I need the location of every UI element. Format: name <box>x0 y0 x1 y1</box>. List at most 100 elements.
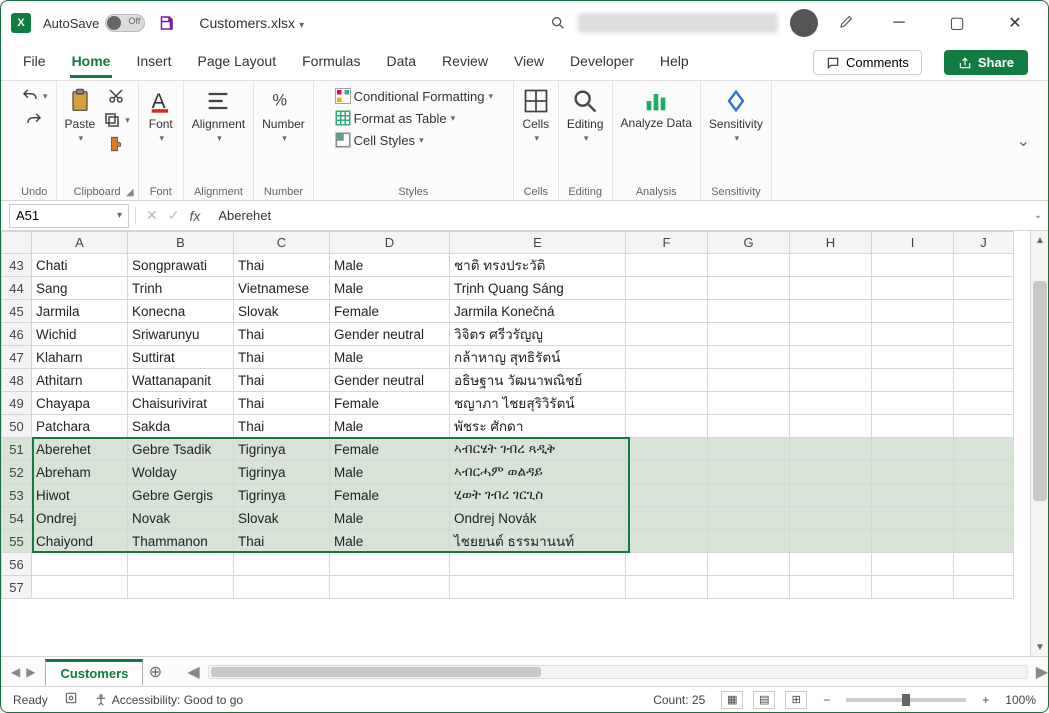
cell[interactable]: Trịnh Quang Sáng <box>450 277 626 300</box>
cell[interactable]: Female <box>330 438 450 461</box>
cell[interactable] <box>626 438 708 461</box>
cell[interactable]: Gebre Tsadik <box>128 438 234 461</box>
cell[interactable] <box>708 530 790 553</box>
cell[interactable] <box>626 415 708 438</box>
row-header[interactable]: 51 <box>2 438 32 461</box>
avatar[interactable] <box>790 9 818 37</box>
cell[interactable] <box>954 484 1014 507</box>
share-button[interactable]: Share <box>944 50 1028 75</box>
cell[interactable]: Gebre Gergis <box>128 484 234 507</box>
editing-dropdown[interactable]: Editing▾ <box>567 87 604 144</box>
cell[interactable]: Vietnamese <box>234 277 330 300</box>
cell[interactable] <box>872 392 954 415</box>
cell[interactable]: Male <box>330 254 450 277</box>
clipboard-dialog-launcher[interactable]: ◢ <box>126 187 134 198</box>
column-header[interactable]: G <box>708 232 790 254</box>
cell[interactable] <box>954 346 1014 369</box>
table-row[interactable]: 50PatcharaSakdaThaiMaleพัชระ ศักดา <box>2 415 1014 438</box>
cell[interactable]: Male <box>330 461 450 484</box>
cell[interactable]: Jarmila Konečná <box>450 300 626 323</box>
cell[interactable]: Thammanon <box>128 530 234 553</box>
row-header[interactable]: 55 <box>2 530 32 553</box>
cell[interactable] <box>790 323 872 346</box>
row-header[interactable]: 56 <box>2 553 32 576</box>
cell[interactable]: Male <box>330 346 450 369</box>
cell[interactable]: Hiwot <box>32 484 128 507</box>
editing-mode-icon[interactable] <box>838 12 856 35</box>
cell[interactable]: Aberehet <box>32 438 128 461</box>
cell[interactable] <box>790 461 872 484</box>
cells-dropdown[interactable]: Cells▾ <box>522 87 550 144</box>
cell[interactable] <box>626 461 708 484</box>
cell[interactable]: Konecna <box>128 300 234 323</box>
cell[interactable]: Sriwarunyu <box>128 323 234 346</box>
cell[interactable]: Male <box>330 507 450 530</box>
cell[interactable] <box>872 254 954 277</box>
paste-button[interactable]: Paste▾ <box>65 87 96 144</box>
zoom-slider[interactable] <box>846 698 966 702</box>
row-header[interactable]: 45 <box>2 300 32 323</box>
column-header[interactable]: A <box>32 232 128 254</box>
column-header[interactable]: H <box>790 232 872 254</box>
sheet-nav-buttons[interactable]: ◀▶ <box>1 665 45 679</box>
cell[interactable] <box>626 507 708 530</box>
cell[interactable] <box>626 369 708 392</box>
cell[interactable] <box>626 300 708 323</box>
cut-button[interactable] <box>107 87 125 105</box>
row-header[interactable]: 46 <box>2 323 32 346</box>
cell[interactable] <box>872 576 954 599</box>
cell[interactable] <box>954 576 1014 599</box>
analyze-data-button[interactable]: Analyze Data <box>621 87 692 130</box>
cell[interactable] <box>872 323 954 346</box>
cell[interactable]: ชญาภา ไชยสุริวิรัตน์ <box>450 392 626 415</box>
window-minimize-button[interactable]: ─ <box>876 7 922 39</box>
cell[interactable] <box>790 369 872 392</box>
cell[interactable]: Tigrinya <box>234 484 330 507</box>
table-row[interactable]: 51AberehetGebre TsadikTigrinyaFemaleኣብርሄ… <box>2 438 1014 461</box>
column-header[interactable]: D <box>330 232 450 254</box>
cell[interactable] <box>954 461 1014 484</box>
table-row[interactable]: 46WichidSriwarunyuThaiGender neutralวิจิ… <box>2 323 1014 346</box>
cell[interactable] <box>626 392 708 415</box>
view-page-break-button[interactable]: ⊞ <box>785 691 807 709</box>
cell[interactable]: Tigrinya <box>234 438 330 461</box>
cell[interactable]: Thai <box>234 530 330 553</box>
column-header[interactable]: B <box>128 232 234 254</box>
cell[interactable]: กล้าหาญ สุทธิรัตน์ <box>450 346 626 369</box>
number-dropdown[interactable]: % Number▾ <box>262 87 305 144</box>
cell[interactable] <box>954 507 1014 530</box>
cell[interactable] <box>954 530 1014 553</box>
tab-home[interactable]: Home <box>70 47 113 78</box>
tab-page-layout[interactable]: Page Layout <box>195 47 278 78</box>
cell[interactable] <box>450 576 626 599</box>
cell[interactable] <box>128 576 234 599</box>
name-box[interactable]: A51▾ <box>9 204 129 228</box>
cell[interactable]: Female <box>330 392 450 415</box>
column-header[interactable]: J <box>954 232 1014 254</box>
cell[interactable] <box>626 346 708 369</box>
cell[interactable] <box>708 553 790 576</box>
cell[interactable]: วิจิตร ศรีวรัญญู <box>450 323 626 346</box>
cell[interactable]: Male <box>330 530 450 553</box>
cell[interactable] <box>954 300 1014 323</box>
cell[interactable] <box>626 277 708 300</box>
enter-formula-icon[interactable]: ✓ <box>168 207 180 224</box>
table-row[interactable]: 56 <box>2 553 1014 576</box>
cell[interactable] <box>708 300 790 323</box>
fx-icon[interactable]: fx <box>189 208 200 224</box>
table-row[interactable]: 55ChaiyondThammanonThaiMaleไชยยนต์ ธรรมา… <box>2 530 1014 553</box>
column-header[interactable]: C <box>234 232 330 254</box>
cell[interactable] <box>790 300 872 323</box>
cell[interactable] <box>708 392 790 415</box>
tab-file[interactable]: File <box>21 47 48 78</box>
cell[interactable] <box>128 553 234 576</box>
sensitivity-dropdown[interactable]: Sensitivity▾ <box>709 87 763 144</box>
table-row[interactable]: 45JarmilaKonecnaSlovakFemaleJarmila Kone… <box>2 300 1014 323</box>
cell[interactable]: Ondrej <box>32 507 128 530</box>
cell[interactable] <box>872 300 954 323</box>
sheet-tab-customers[interactable]: Customers <box>45 659 143 685</box>
window-close-button[interactable]: ✕ <box>992 7 1038 39</box>
cell[interactable] <box>790 346 872 369</box>
hscroll-left[interactable]: ◀ <box>187 662 199 682</box>
cell[interactable]: Slovak <box>234 507 330 530</box>
